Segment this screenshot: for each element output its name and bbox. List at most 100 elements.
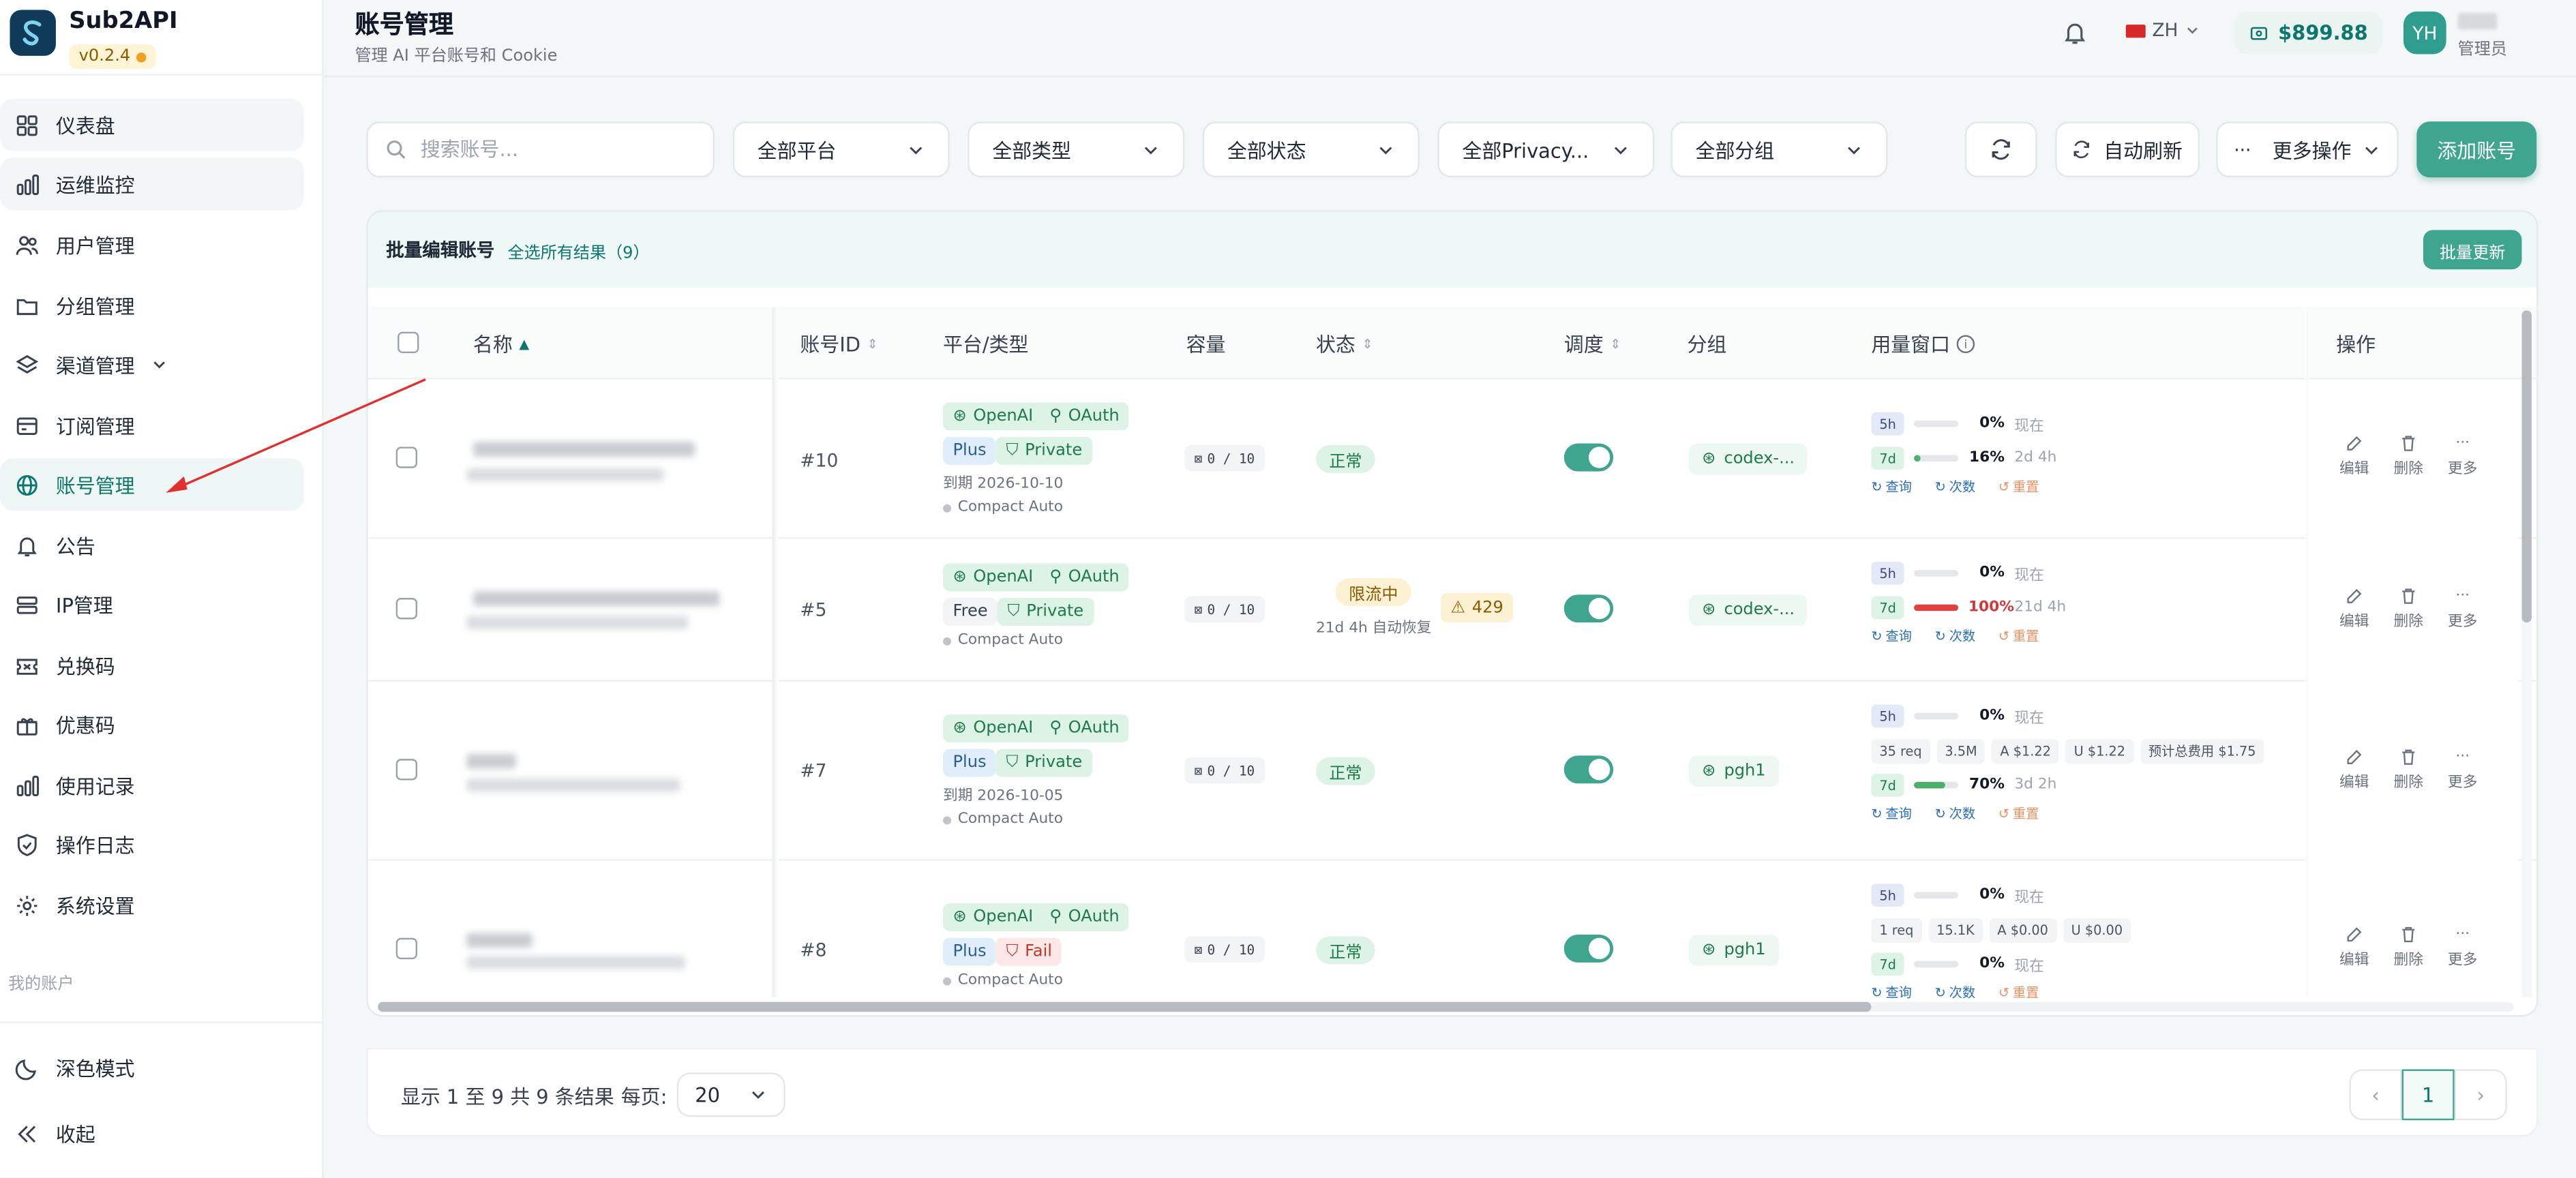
group-tag[interactable]: ⊛ codex-...: [1688, 443, 1808, 475]
query-usage-link[interactable]: ↻ 查询: [1871, 478, 1912, 496]
column-id-label: 账号ID: [800, 333, 861, 357]
usage-percent: 0%: [1979, 708, 2005, 725]
bulk-update-button[interactable]: 批量更新: [2423, 230, 2522, 270]
schedule-toggle[interactable]: [1563, 443, 1614, 472]
count-link[interactable]: ↻ 次数: [1935, 805, 1976, 824]
brand[interactable]: Sub2API v0.2.4: [10, 7, 178, 70]
usage-chip-u-cost: U $1.22: [2065, 738, 2134, 764]
add-account-button[interactable]: 添加账号: [2416, 121, 2537, 178]
edit-button[interactable]: 编辑: [2336, 586, 2372, 631]
horizontal-scrollbar-thumb[interactable]: [378, 1001, 1872, 1012]
reset-link[interactable]: ↺ 重置: [1998, 627, 2039, 646]
vertical-scrollbar-thumb[interactable]: [2521, 310, 2532, 623]
sidebar-item-ops-monitor[interactable]: 运维监控: [0, 157, 304, 211]
edit-button[interactable]: 编辑: [2336, 747, 2372, 791]
group-tag[interactable]: ⊛ pgh1: [1688, 755, 1779, 787]
sidebar-item-ip[interactable]: IP管理: [0, 578, 304, 631]
row-checkbox[interactable]: [395, 447, 417, 468]
openai-icon: ⊛: [1702, 601, 1716, 620]
reset-link[interactable]: ↺ 重置: [1998, 984, 2039, 1001]
delete-button[interactable]: 删除: [2391, 586, 2427, 631]
more-button[interactable]: ··· 更多: [2444, 925, 2481, 969]
row-checkbox[interactable]: [395, 759, 417, 781]
more-button[interactable]: ··· 更多: [2444, 434, 2481, 479]
query-usage-link[interactable]: ↻ 查询: [1871, 627, 1912, 646]
sidebar-item-announcements[interactable]: 公告: [0, 519, 304, 571]
select-all-checkbox[interactable]: [398, 331, 419, 354]
sidebar-item-accounts[interactable]: 账号管理: [0, 458, 304, 511]
privacy-label: Fail: [1025, 943, 1052, 961]
column-schedule[interactable]: 调度 ⇕: [1564, 330, 1621, 358]
sidebar-item-usage[interactable]: 使用记录: [0, 759, 304, 811]
status-filter-value: 全部状态: [1227, 138, 1306, 162]
column-status[interactable]: 状态 ⇕: [1316, 330, 1373, 358]
sidebar-item-users[interactable]: 用户管理: [0, 218, 304, 271]
schedule-toggle[interactable]: [1563, 755, 1614, 784]
per-page-select[interactable]: 20: [676, 1072, 785, 1117]
delete-button[interactable]: 删除: [2391, 434, 2427, 478]
status-filter[interactable]: 全部状态: [1202, 121, 1420, 178]
sidebar-item-channels[interactable]: 渠道管理: [0, 338, 304, 391]
plan-tag: Plus: [943, 749, 996, 777]
page-1-button[interactable]: 1: [2401, 1069, 2455, 1121]
count-link[interactable]: ↻ 次数: [1935, 627, 1976, 646]
query-usage-link[interactable]: ↻ 查询: [1871, 984, 1912, 1001]
balance-badge[interactable]: $899.88: [2234, 11, 2382, 55]
privacy-filter[interactable]: 全部Privacy...: [1437, 121, 1655, 178]
notification-bell-icon[interactable]: [2062, 20, 2088, 46]
edit-button[interactable]: 编辑: [2336, 925, 2372, 969]
dark-mode-toggle[interactable]: 深色模式: [0, 1043, 304, 1092]
expire-date: 到期 2026-10-05: [943, 788, 1064, 805]
edit-label: 编辑: [2339, 775, 2369, 792]
more-actions-button[interactable]: ··· 更多操作: [2216, 121, 2399, 178]
type-filter[interactable]: 全部类型: [968, 121, 1185, 178]
auto-refresh-button[interactable]: 自动刷新: [2055, 121, 2200, 178]
info-icon[interactable]: i: [1956, 335, 1975, 354]
platform-type: ⊛ OpenAI ⚲ OAuth Plus ⛉ Fail Compact Auto: [943, 903, 1130, 988]
platform-filter[interactable]: 全部平台: [732, 121, 950, 178]
row-checkbox[interactable]: [395, 937, 417, 960]
group-tag[interactable]: ⊛ codex-...: [1688, 594, 1808, 626]
column-name[interactable]: 名称 ▲: [473, 330, 529, 358]
sidebar-item-dashboard[interactable]: 仪表盘: [0, 98, 304, 151]
refresh-icon: ↻: [1934, 479, 1946, 495]
sidebar-item-groups[interactable]: 分组管理: [0, 280, 304, 332]
edit-button[interactable]: 编辑: [2336, 434, 2372, 478]
more-button[interactable]: ··· 更多: [2444, 747, 2481, 792]
select-all-results-link[interactable]: 全选所有结果（9）: [508, 237, 650, 262]
next-page-button[interactable]: ›: [2454, 1069, 2507, 1121]
schedule-toggle[interactable]: [1563, 934, 1614, 963]
more-button[interactable]: ··· 更多: [2444, 586, 2481, 631]
reset-link[interactable]: ↺ 重置: [1998, 478, 2039, 496]
platform-name: OpenAI: [973, 719, 1034, 738]
count-link[interactable]: ↻ 次数: [1935, 478, 1976, 496]
collapse-sidebar-button[interactable]: 收起: [0, 1108, 304, 1158]
reset-link[interactable]: ↺ 重置: [1998, 805, 2039, 824]
language-switcher[interactable]: ZH: [2125, 20, 2200, 41]
account-search[interactable]: [366, 121, 715, 178]
column-id[interactable]: 账号ID ⇕: [800, 330, 878, 358]
sidebar-item-redeem[interactable]: 兑换码: [0, 639, 304, 691]
search-input[interactable]: [420, 138, 684, 162]
refresh-button[interactable]: [1964, 121, 2037, 178]
group-filter[interactable]: 全部分组: [1671, 121, 1888, 178]
vertical-scrollbar[interactable]: [2521, 307, 2532, 997]
group-tag[interactable]: ⊛ pgh1: [1688, 934, 1779, 966]
sidebar-item-audit-log[interactable]: 操作日志: [0, 818, 304, 871]
user-avatar[interactable]: YH: [2403, 11, 2446, 55]
app-logo-icon: [10, 10, 56, 56]
delete-button[interactable]: 删除: [2391, 925, 2427, 969]
row-checkbox[interactable]: [395, 598, 417, 620]
delete-button[interactable]: 删除: [2391, 747, 2427, 791]
count-link[interactable]: ↻ 次数: [1935, 984, 1976, 1001]
usage-bar: [1914, 961, 1959, 968]
privacy-label: Private: [1026, 603, 1084, 621]
horizontal-scrollbar[interactable]: [378, 1001, 2514, 1012]
sidebar-item-coupons[interactable]: 优惠码: [0, 698, 304, 751]
schedule-toggle[interactable]: [1563, 594, 1614, 623]
prev-page-button[interactable]: ‹: [2349, 1069, 2402, 1121]
sidebar-item-subscriptions[interactable]: 订阅管理: [0, 399, 304, 451]
capacity-badge: ⊠ 0 / 10: [1184, 596, 1265, 623]
query-usage-link[interactable]: ↻ 查询: [1871, 805, 1912, 824]
sidebar-item-settings[interactable]: 系统设置: [0, 879, 304, 931]
